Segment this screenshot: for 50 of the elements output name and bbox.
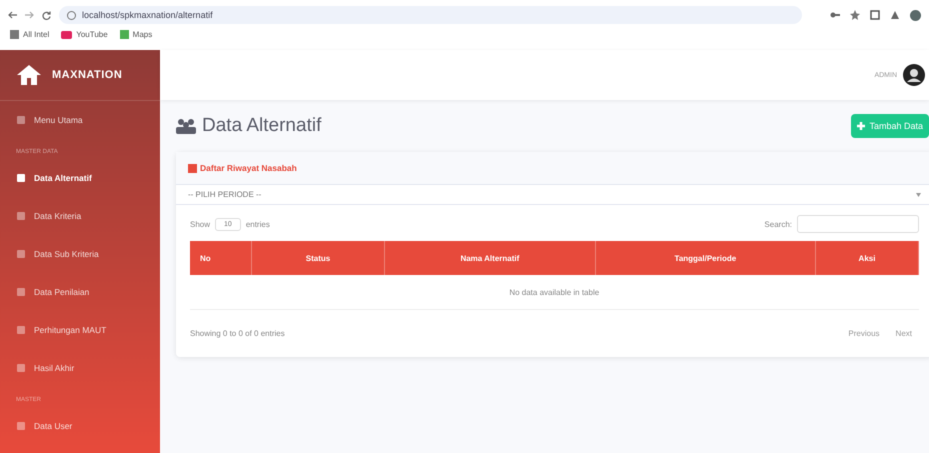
column-header[interactable]: Nama Alternatif xyxy=(384,241,596,275)
card-title: Daftar Riwayat Nasabah xyxy=(188,163,921,173)
star-icon[interactable] xyxy=(850,10,860,20)
users-icon xyxy=(176,118,196,134)
bookmark[interactable]: YouTube xyxy=(61,30,108,39)
plus-icon xyxy=(857,122,866,130)
length-label: Show xyxy=(190,220,210,228)
sidebar-item[interactable]: Data Sub Kriteria xyxy=(0,235,160,273)
page-title: Data Alternatif xyxy=(176,115,322,137)
search-label: Search: xyxy=(764,220,792,228)
key-icon[interactable] xyxy=(830,10,840,20)
menu-item-icon xyxy=(16,287,26,297)
add-button[interactable]: Tambah Data xyxy=(851,114,929,138)
column-header[interactable]: Tanggal/Periode xyxy=(595,241,816,275)
column-header[interactable]: Aksi xyxy=(816,241,918,275)
bookmark[interactable]: All Intel xyxy=(10,30,50,39)
length-label: entries xyxy=(246,220,270,228)
address-bar[interactable]: localhost/spkmaxnation/alternatif xyxy=(59,6,802,24)
bookmark[interactable]: Maps xyxy=(120,30,152,39)
house-icon xyxy=(16,64,42,86)
sidebar-item[interactable]: Data Alternatif xyxy=(0,159,160,197)
menu-item-icon xyxy=(16,173,26,183)
reload-icon[interactable] xyxy=(42,10,51,20)
menu-item-icon xyxy=(16,325,26,335)
column-header[interactable]: Status xyxy=(252,241,384,275)
sidebar-item[interactable]: Perhitungan MAUT xyxy=(0,311,160,349)
search-field[interactable] xyxy=(797,215,919,233)
menu-item-icon xyxy=(16,421,26,431)
menu-item-icon xyxy=(16,115,26,125)
menu-item-icon xyxy=(16,363,26,373)
table-icon xyxy=(188,164,197,172)
back-icon[interactable] xyxy=(8,11,17,19)
menu-item-icon xyxy=(16,249,26,259)
pagination-link[interactable]: Next xyxy=(888,324,919,343)
sidebar-item[interactable]: Data Penilaian xyxy=(0,273,160,311)
empty-message: No data available in table xyxy=(509,288,600,296)
download-icon[interactable] xyxy=(890,10,900,20)
period-select[interactable]: -- PILIH PERIODE -- xyxy=(176,185,929,205)
column-header[interactable]: No xyxy=(190,241,252,275)
caret-icon xyxy=(916,192,921,196)
sidebar-item[interactable]: Data Kriteria xyxy=(0,197,160,235)
profile-icon[interactable] xyxy=(910,10,921,20)
table-info: Showing 0 to 0 of 0 entries xyxy=(190,329,285,338)
sidebar-item[interactable]: Data User xyxy=(0,407,160,445)
sidebar-item[interactable]: Menu Utama xyxy=(0,101,160,139)
menu-item-icon xyxy=(16,211,26,221)
sidebar-item[interactable]: Hasil Akhir xyxy=(0,349,160,387)
avatar[interactable] xyxy=(903,64,925,86)
brand-name: MAXNATION xyxy=(52,69,122,81)
pagination-link[interactable]: Previous xyxy=(841,324,887,343)
